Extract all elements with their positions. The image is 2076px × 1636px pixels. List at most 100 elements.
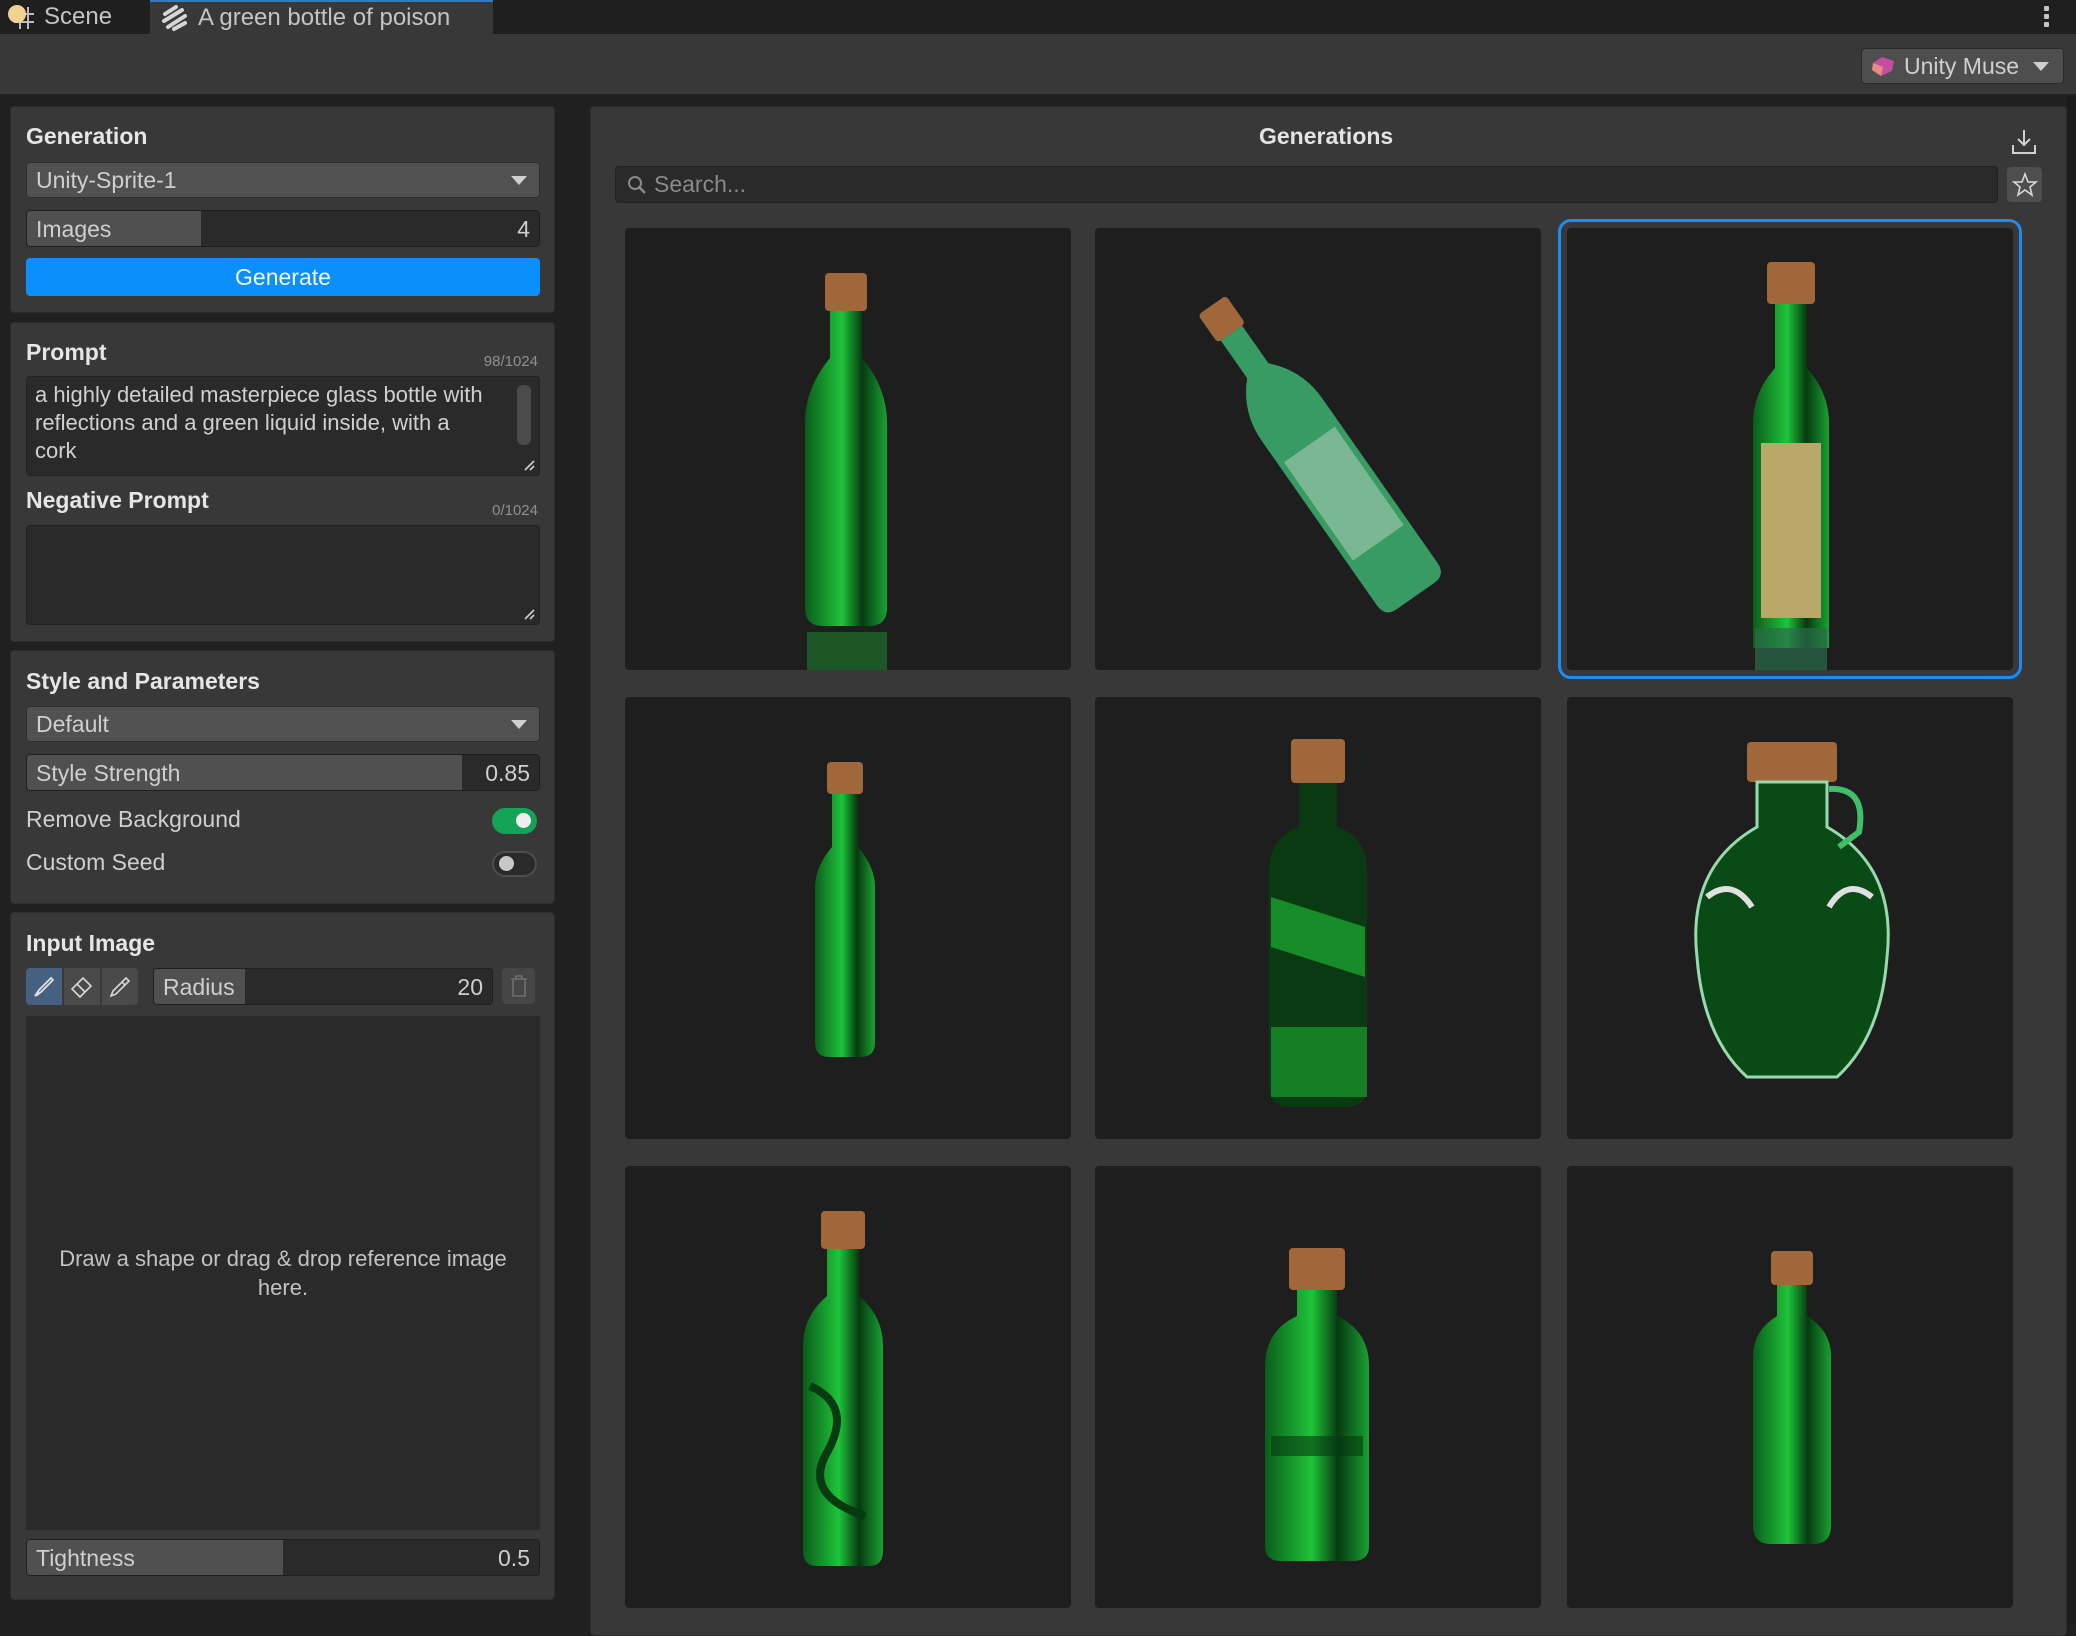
bottle-body [815,794,875,1057]
eraser-icon [70,976,93,998]
cork [825,273,867,311]
style-strength-slider[interactable]: Style Strength 0.85 [26,754,540,791]
generation-thumbnail[interactable] [625,228,1071,670]
chevron-down-icon [511,720,527,729]
radius-value: 20 [457,974,483,1000]
remove-background-toggle[interactable] [492,808,537,834]
prompt-section: Prompt 98/1024 a highly detailed masterp… [10,322,555,642]
cork [1747,742,1837,782]
generation-thumbnail[interactable] [1567,1166,2013,1608]
trash-icon [510,975,527,997]
scene-icon [8,5,34,29]
search-icon [628,175,646,194]
generation-thumbnail[interactable] [1095,1166,1541,1608]
chevron-down-icon [511,176,527,185]
clear-canvas-button[interactable] [502,968,535,1004]
resize-handle-icon[interactable] [523,608,535,620]
brush-icon [34,976,55,997]
generation-thumbnail[interactable] [1095,697,1541,1139]
reference-image-dropzone[interactable]: Draw a shape or drag & drop reference im… [26,1016,540,1530]
generations-panel: Generations Search... [590,106,2067,1636]
toggle-knob [516,813,531,828]
cork [1289,1248,1345,1290]
cork [827,762,863,794]
dropzone-hint: Draw a shape or drag & drop reference im… [59,1246,507,1300]
tab-green-bottle[interactable]: A green bottle of poison [150,0,493,34]
custom-seed-label: Custom Seed [26,849,166,875]
generation-thumbnail[interactable] [1567,697,2013,1139]
cork [1771,1251,1813,1285]
label [1761,443,1821,618]
prompt-counter: 98/1024 [483,353,538,370]
toolbar: Unity Muse [0,34,2076,96]
bottle-image [1753,262,1829,670]
favorites-filter-button[interactable] [2007,167,2042,202]
style-strength-value: 0.85 [485,760,530,786]
tab-label: A green bottle of poison [198,4,451,31]
style-title: Style and Parameters [26,668,260,694]
star-icon [2011,171,2038,197]
tightness-value: 0.5 [498,1545,530,1571]
negative-prompt-input[interactable] [26,525,540,625]
export-button[interactable] [2009,127,2039,157]
bottle-image [805,273,887,670]
style-dropdown[interactable]: Default [26,706,540,742]
tab-label: Scene [44,3,113,30]
search-input[interactable]: Search... [615,166,1998,203]
prompt-text: a highly detailed masterpiece glass bott… [35,382,483,463]
generation-section: Generation Unity-Sprite-1 Images 4 Gener… [10,106,555,313]
bottle-image [1199,297,1441,613]
cork [821,1211,865,1249]
eyedropper-icon [109,976,131,997]
model-selected: Unity-Sprite-1 [36,166,177,193]
tightness-slider[interactable]: Tightness 0.5 [26,1539,540,1576]
search-placeholder: Search... [654,171,747,197]
generation-title: Generation [26,123,148,149]
negative-prompt-counter: 0/1024 [492,502,538,519]
style-strength-label: Style Strength [36,760,181,786]
radius-slider[interactable]: Radius 20 [153,968,493,1005]
eraser-tool[interactable] [64,968,100,1005]
tab-bar: Scene A green bottle of poison [0,0,2076,34]
generation-thumbnail[interactable] [1095,228,1541,670]
bottle-body [1753,1285,1831,1544]
bottle-image [1753,1251,1831,1544]
bottle-body [1265,1290,1369,1561]
unity-muse-dropdown[interactable]: Unity Muse [1861,48,2064,84]
download-icon [2012,130,2036,154]
unity-muse-logo-icon [1872,57,1894,76]
generation-thumbnail[interactable] [625,697,1071,1139]
radius-label: Radius [163,974,235,1000]
eyedropper-tool[interactable] [102,968,138,1005]
toggle-knob [499,856,514,871]
tab-scene[interactable]: Scene [4,0,150,34]
generation-thumbnail[interactable] [625,1166,1071,1608]
unity-muse-label: Unity Muse [1904,52,2020,79]
reflection [807,632,887,670]
window-edge [2067,96,2076,1624]
resize-handle-icon[interactable] [523,459,535,471]
images-slider[interactable]: Images 4 [26,210,540,247]
cork [1291,739,1345,783]
brush-tool[interactable] [26,968,62,1005]
muse-sprite-icon [162,5,187,31]
custom-seed-toggle[interactable] [492,851,537,877]
images-value: 4 [517,216,530,242]
prompt-title: Prompt [26,339,107,365]
prompt-input[interactable]: a highly detailed masterpiece glass bott… [26,376,540,476]
more-options-icon[interactable] [2044,6,2050,28]
chevron-down-icon [2033,62,2049,71]
bottle-image [1265,1248,1369,1561]
bottle-image [1269,739,1367,1107]
generate-button[interactable]: Generate [26,258,540,296]
prompt-scrollbar[interactable] [517,385,531,445]
bottle-image [803,1211,883,1566]
bottle-body [805,311,887,626]
images-label: Images [36,216,112,242]
generation-thumbnail[interactable] [1558,219,2022,679]
remove-background-label: Remove Background [26,806,241,832]
bottle-body [803,1249,883,1566]
model-dropdown[interactable]: Unity-Sprite-1 [26,162,540,198]
input-image-section: Input Image Radius 20 Draw a shape or dr… [10,912,555,1600]
tightness-label: Tightness [36,1545,135,1571]
